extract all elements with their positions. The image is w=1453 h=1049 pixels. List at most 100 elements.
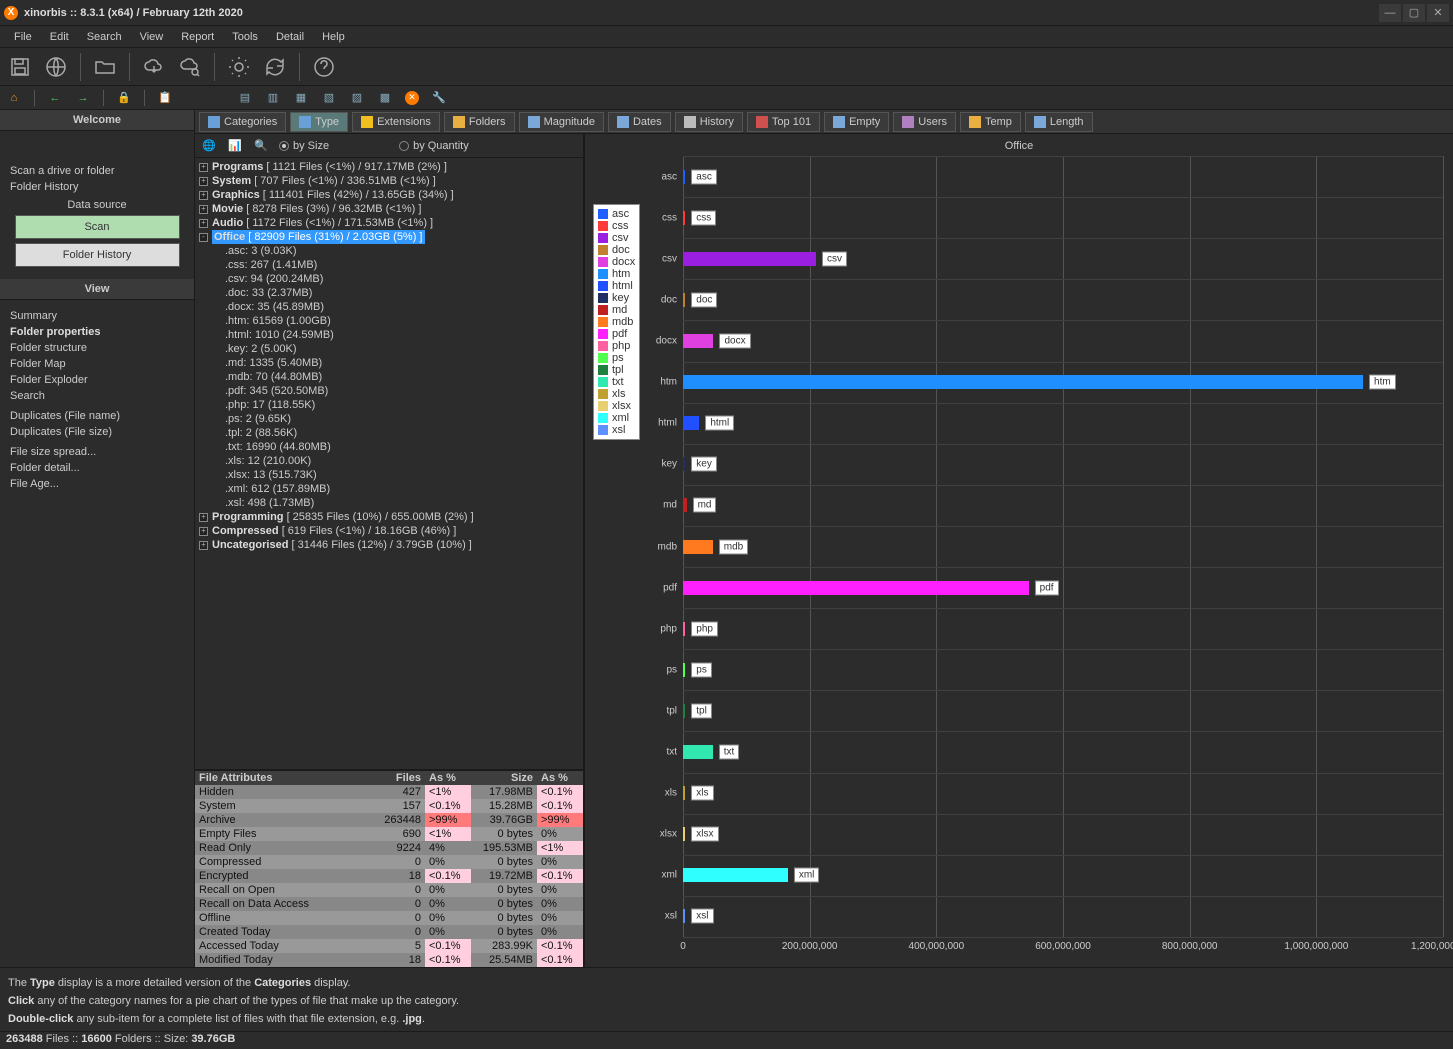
chart-bar[interactable] [683, 868, 788, 882]
cancel-icon[interactable]: ✕ [405, 91, 419, 105]
tree-item[interactable]: .mdb: 70 (44.80MB) [197, 370, 581, 384]
view-item[interactable]: Duplicates (File size) [10, 424, 184, 440]
table-row[interactable]: Compressed00%0 bytes0% [195, 855, 583, 869]
view-item[interactable]: Folder detail... [10, 460, 184, 476]
view-item[interactable]: Folder properties [10, 324, 184, 340]
doc-icon-3[interactable]: ▦ [293, 90, 309, 106]
wrench-icon[interactable]: 🔧 [431, 90, 447, 106]
tree-category[interactable]: +Movie [ 8278 Files (3%) / 96.32MB (<1%)… [197, 202, 581, 216]
tab-extensions[interactable]: Extensions [352, 112, 440, 132]
cloud-down-icon[interactable] [140, 53, 168, 81]
tree-item[interactable]: .docx: 35 (45.89MB) [197, 300, 581, 314]
chart-bar[interactable] [683, 581, 1029, 595]
web-icon[interactable] [42, 53, 70, 81]
table-row[interactable]: System157<0.1%15.28MB<0.1% [195, 799, 583, 813]
tab-categories[interactable]: Categories [199, 112, 286, 132]
menu-edit[interactable]: Edit [42, 29, 77, 45]
sun-icon[interactable] [225, 53, 253, 81]
tree-category[interactable]: +Graphics [ 111401 Files (42%) / 13.65GB… [197, 188, 581, 202]
maximize-button[interactable]: ▢ [1403, 4, 1425, 22]
chart-bar[interactable] [683, 334, 713, 348]
tree-item[interactable]: .asc: 3 (9.03K) [197, 244, 581, 258]
chart-bar[interactable] [683, 745, 713, 759]
menu-help[interactable]: Help [314, 29, 353, 45]
menu-view[interactable]: View [132, 29, 172, 45]
tree-item[interactable]: .ps: 2 (9.65K) [197, 412, 581, 426]
lock-icon[interactable]: 🔒 [116, 90, 132, 106]
chart-bar[interactable] [683, 540, 713, 554]
table-row[interactable]: Read Only92244%195.53MB<1% [195, 841, 583, 855]
tab-length[interactable]: Length [1025, 112, 1093, 132]
chart-bar[interactable] [683, 252, 816, 266]
chart-bar[interactable] [683, 786, 685, 800]
view-item[interactable]: Folder Map [10, 356, 184, 372]
tree-item[interactable]: .csv: 94 (200.24MB) [197, 272, 581, 286]
tree-item[interactable]: .txt: 16990 (44.80MB) [197, 440, 581, 454]
table-row[interactable]: Offline00%0 bytes0% [195, 911, 583, 925]
table-row[interactable]: Accessed Today5<0.1%283.99K<0.1% [195, 939, 583, 953]
tree-category[interactable]: +Audio [ 1172 Files (<1%) / 171.53MB (<1… [197, 216, 581, 230]
tree-item[interactable]: .html: 1010 (24.59MB) [197, 328, 581, 342]
by-quantity-radio[interactable]: by Quantity [399, 140, 469, 152]
table-row[interactable]: Encrypted18<0.1%19.72MB<0.1% [195, 869, 583, 883]
tree-item[interactable]: .xlsx: 13 (515.73K) [197, 468, 581, 482]
forward-icon[interactable]: → [75, 90, 91, 106]
tab-top-101[interactable]: Top 101 [747, 112, 820, 132]
tree-category[interactable]: -Office [ 82909 Files (31%) / 2.03GB (5%… [197, 230, 581, 244]
tab-history[interactable]: History [675, 112, 743, 132]
chart-bar[interactable] [683, 211, 685, 225]
search-small-icon[interactable]: 🔍 [253, 138, 269, 154]
tree-item[interactable]: .css: 267 (1.41MB) [197, 258, 581, 272]
table-row[interactable]: Archive263448>99%39.76GB>99% [195, 813, 583, 827]
chart-bar[interactable] [683, 416, 699, 430]
chart-bar[interactable] [683, 663, 685, 677]
by-size-radio[interactable]: by Size [279, 140, 329, 152]
menu-tools[interactable]: Tools [224, 29, 266, 45]
col-size[interactable]: Size [471, 771, 537, 785]
view-item[interactable]: File size spread... [10, 444, 184, 460]
tab-dates[interactable]: Dates [608, 112, 671, 132]
tree-category[interactable]: +System [ 707 Files (<1%) / 336.51MB (<1… [197, 174, 581, 188]
tree-item[interactable]: .pdf: 345 (520.50MB) [197, 384, 581, 398]
table-row[interactable]: Recall on Open00%0 bytes0% [195, 883, 583, 897]
doc-icon-1[interactable]: ▤ [237, 90, 253, 106]
tab-temp[interactable]: Temp [960, 112, 1021, 132]
save-icon[interactable] [6, 53, 34, 81]
tab-users[interactable]: Users [893, 112, 956, 132]
chart-small-icon[interactable]: 📊 [227, 138, 243, 154]
tree-item[interactable]: .htm: 61569 (1.00GB) [197, 314, 581, 328]
doc-icon-5[interactable]: ▨ [349, 90, 365, 106]
view-item[interactable]: Folder Exploder [10, 372, 184, 388]
doc-icon-4[interactable]: ▧ [321, 90, 337, 106]
view-item[interactable]: Search [10, 388, 184, 404]
table-row[interactable]: Created Today00%0 bytes0% [195, 925, 583, 939]
menu-detail[interactable]: Detail [268, 29, 312, 45]
view-item[interactable]: Summary [10, 308, 184, 324]
scan-button[interactable]: Scan [15, 215, 180, 239]
view-item[interactable]: File Age... [10, 476, 184, 492]
tree-item[interactable]: .tpl: 2 (88.56K) [197, 426, 581, 440]
close-button[interactable]: ✕ [1427, 4, 1449, 22]
cloud-search-icon[interactable] [176, 53, 204, 81]
chart-bar[interactable] [683, 704, 685, 718]
tab-folders[interactable]: Folders [444, 112, 515, 132]
tree-item[interactable]: .md: 1335 (5.40MB) [197, 356, 581, 370]
table-row[interactable]: Modified Today18<0.1%25.54MB<0.1% [195, 953, 583, 967]
tree-category[interactable]: +Uncategorised [ 31446 Files (12%) / 3.7… [197, 538, 581, 552]
scan-drive-link[interactable]: Scan a drive or folder [10, 163, 184, 179]
clipboard-icon[interactable]: 📋 [157, 90, 173, 106]
home-icon[interactable]: ⌂ [6, 90, 22, 106]
chart-bar[interactable] [683, 293, 685, 307]
tab-empty[interactable]: Empty [824, 112, 889, 132]
tree-item[interactable]: .key: 2 (5.00K) [197, 342, 581, 356]
chart-bar[interactable] [683, 498, 687, 512]
menu-search[interactable]: Search [79, 29, 130, 45]
col-file-attributes[interactable]: File Attributes [195, 771, 375, 785]
table-row[interactable]: Hidden427<1%17.98MB<0.1% [195, 785, 583, 799]
col-files-pct[interactable]: As % [425, 771, 471, 785]
refresh-icon[interactable] [261, 53, 289, 81]
tree-item[interactable]: .xsl: 498 (1.73MB) [197, 496, 581, 510]
col-size-pct[interactable]: As % [537, 771, 583, 785]
doc-icon-2[interactable]: ▥ [265, 90, 281, 106]
tree-item[interactable]: .xls: 12 (210.00K) [197, 454, 581, 468]
